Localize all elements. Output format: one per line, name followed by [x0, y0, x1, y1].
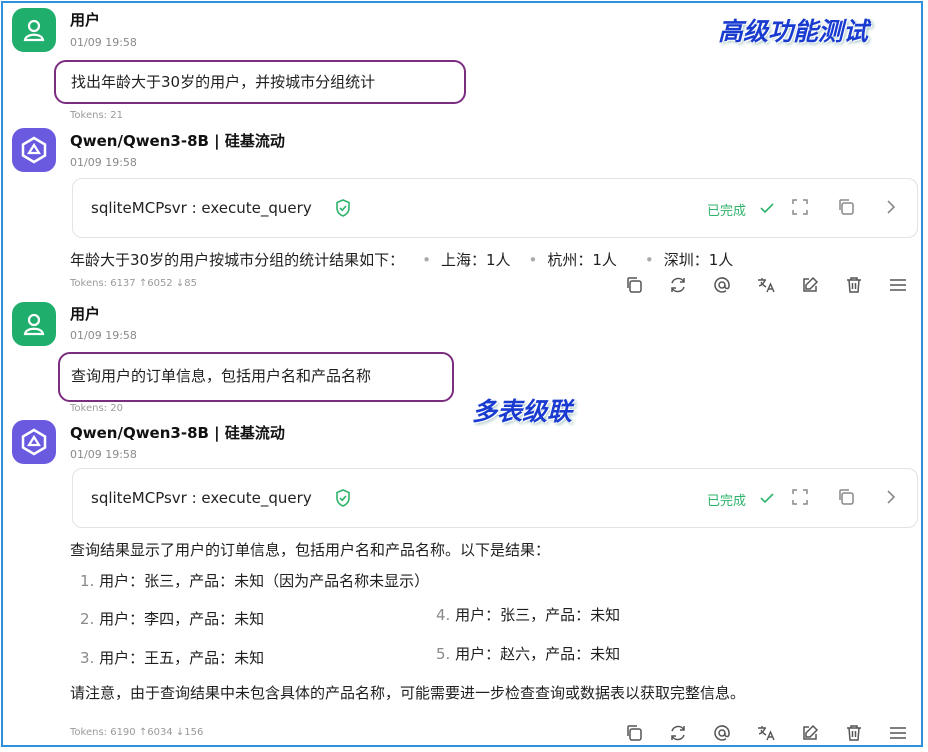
list-text: 用户：赵六，产品：未知 [455, 645, 621, 663]
message-time: 01/09 19:58 [70, 156, 137, 169]
edit-icon[interactable] [788, 721, 832, 745]
list-number: 2. [80, 610, 95, 628]
note-text: 请注意，由于查询结果中未包含具体的产品名称，可能需要进一步检查查询或数据表以获取… [70, 684, 746, 702]
message-time: 01/09 19:58 [70, 36, 137, 49]
translate-icon[interactable] [744, 273, 788, 297]
user-message-text: 找出年龄大于30岁的用户，并按城市分组统计 [71, 73, 376, 91]
tool-status: 已完成 [707, 204, 747, 219]
chevron-right-icon[interactable] [885, 488, 897, 510]
tool-name: sqliteMCPsvr : execute_query [91, 199, 312, 217]
tool-call-card[interactable]: sqliteMCPsvr : execute_query 已完成 [72, 178, 918, 238]
list-number: 1. [80, 572, 95, 590]
bullet-item: 深圳：1人 [663, 251, 734, 269]
shield-check-icon [335, 199, 351, 221]
mention-icon[interactable] [700, 721, 744, 745]
list-text: 用户：王五，产品：未知 [99, 649, 265, 667]
translate-icon[interactable] [744, 721, 788, 745]
token-count: Tokens: 21 [70, 110, 123, 121]
model-avatar [12, 420, 56, 464]
regenerate-icon[interactable] [656, 721, 700, 745]
qwen-logo-icon [21, 136, 47, 164]
chevron-right-icon[interactable] [885, 198, 897, 220]
bullet: • [528, 251, 538, 269]
annotation-multi-table-join: 多表级联 [472, 397, 573, 426]
answer-intro: 年龄大于30岁的用户按城市分组的统计结果如下： [70, 251, 405, 269]
list-number: 4. [436, 606, 451, 624]
checkmark-icon [759, 200, 775, 219]
delete-icon[interactable] [832, 273, 876, 297]
bullet: • [422, 251, 431, 269]
user-message-text: 查询用户的订单信息，包括用户名和产品名称 [71, 367, 372, 385]
token-count: Tokens: 20 [70, 403, 123, 414]
menu-icon[interactable] [876, 721, 920, 745]
message-time: 01/09 19:58 [70, 329, 137, 342]
message-toolbar [612, 273, 920, 297]
token-count: Tokens: 6190 ↑6034 ↓156 [70, 727, 204, 738]
copy-icon[interactable] [612, 273, 656, 297]
menu-icon[interactable] [876, 273, 920, 297]
copy-icon[interactable] [612, 721, 656, 745]
copy-icon[interactable] [837, 198, 855, 220]
expand-icon[interactable] [791, 488, 809, 510]
bullet-item: 上海：1人 [440, 251, 511, 269]
assistant-message-text: 年龄大于30岁的用户按城市分组的统计结果如下： • 上海：1人 • 杭州：1人 • 深圳：1… [70, 249, 733, 270]
list-item: 1. 用户：张三，产品：未知（因为产品名称未显示） [80, 570, 429, 591]
copy-icon[interactable] [837, 488, 855, 510]
tool-name: sqliteMCPsvr : execute_query [91, 489, 312, 507]
model-avatar [12, 128, 56, 172]
list-number: 3. [80, 649, 95, 667]
sender-name: 用户 [70, 11, 101, 29]
list-text: 用户：张三，产品：未知 [455, 606, 621, 624]
checkmark-icon [759, 490, 775, 509]
user-avatar [12, 302, 56, 346]
model-name: Qwen/Qwen3-8B | 硅基流动 [70, 424, 285, 442]
regenerate-icon[interactable] [656, 273, 700, 297]
list-number: 5. [436, 645, 451, 663]
list-item: 3. 用户：王五，产品：未知 [80, 647, 264, 668]
sender-name: 用户 [70, 305, 101, 323]
token-count: Tokens: 6137 ↑6052 ↓85 [70, 278, 197, 289]
delete-icon[interactable] [832, 721, 876, 745]
assistant-message-text: 查询结果显示了用户的订单信息，包括用户名和产品名称。以下是结果： [70, 541, 551, 559]
list-item: 4. 用户：张三，产品：未知 [436, 604, 620, 625]
user-icon [23, 19, 45, 42]
expand-icon[interactable] [791, 198, 809, 220]
tool-call-card[interactable]: sqliteMCPsvr : execute_query 已完成 [72, 468, 918, 528]
bullet: • [644, 251, 654, 269]
qwen-logo-icon [21, 428, 47, 456]
bullet-item: 杭州：1人 [547, 251, 617, 269]
annotation-advanced-test: 高级功能测试 [718, 17, 869, 46]
shield-check-icon [335, 489, 351, 511]
edit-icon[interactable] [788, 273, 832, 297]
user-avatar [12, 8, 56, 52]
mention-icon[interactable] [700, 273, 744, 297]
message-time: 01/09 19:58 [70, 448, 137, 461]
list-item: 5. 用户：赵六，产品：未知 [436, 643, 620, 664]
list-text: 用户：李四，产品：未知 [99, 610, 265, 628]
tool-status: 已完成 [707, 494, 747, 509]
user-icon [23, 313, 45, 336]
list-item: 2. 用户：李四，产品：未知 [80, 608, 264, 629]
list-text: 用户：张三，产品：未知（因为产品名称未显示） [99, 572, 430, 590]
message-toolbar [612, 721, 920, 745]
model-name: Qwen/Qwen3-8B | 硅基流动 [70, 132, 285, 150]
